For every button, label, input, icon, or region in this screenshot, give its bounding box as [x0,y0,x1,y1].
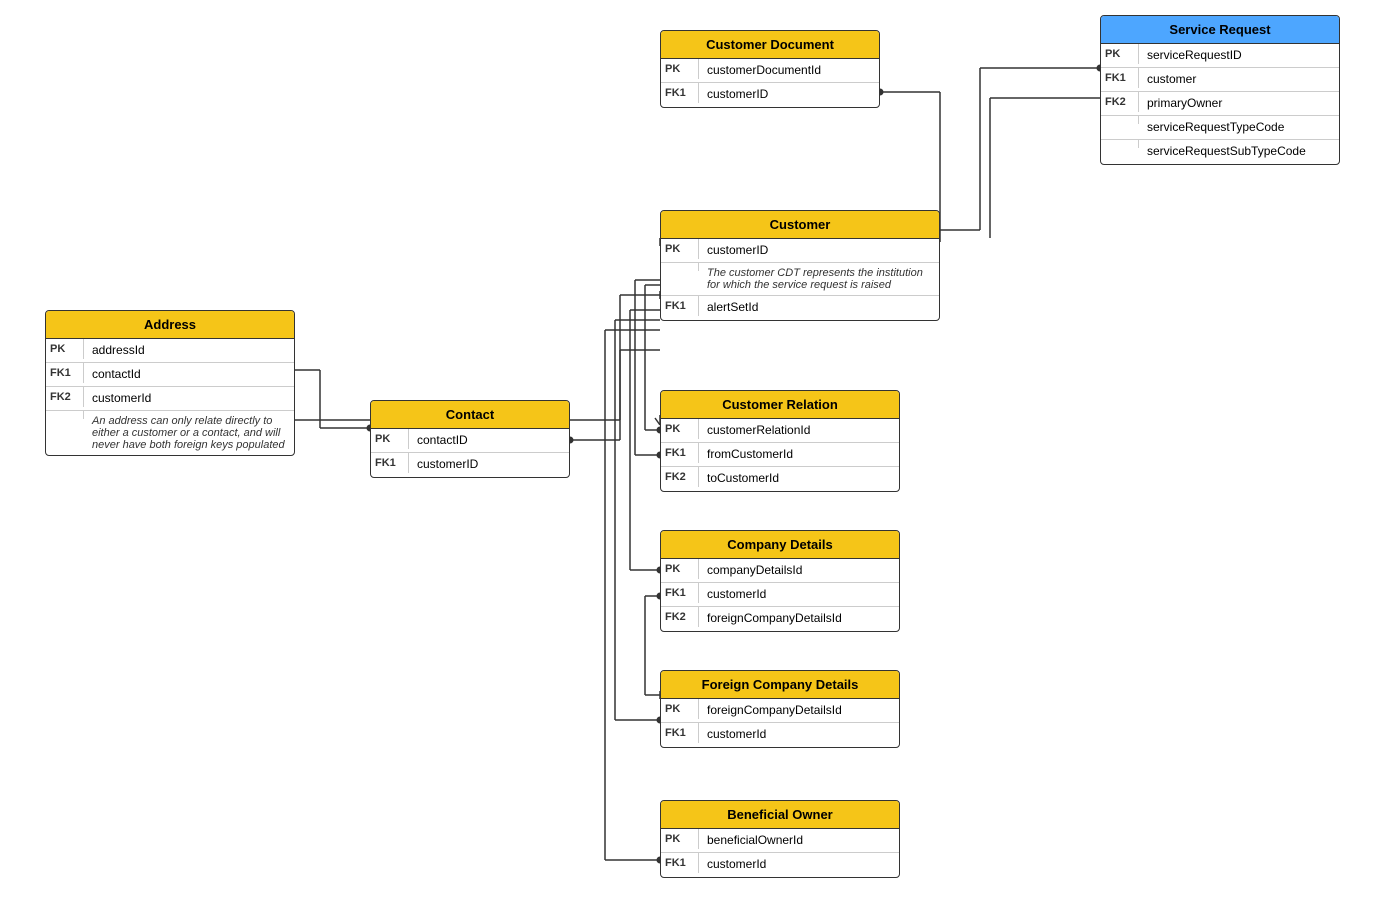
field-fromCustomerId: fromCustomerId [699,443,899,465]
foreign-company-details-header: Foreign Company Details [661,671,899,699]
field-alertSetId: alertSetId [699,296,939,318]
key-fk1: FK1 [661,723,699,743]
customer-relation-row-pk: PK customerRelationId [661,419,899,443]
service-request-row-fk2: FK2 primaryOwner [1101,92,1339,116]
service-request-table: Service Request PK serviceRequestID FK1 … [1100,15,1340,165]
key-fk1: FK1 [371,453,409,473]
customer-table: Customer PK customerID The customer CDT … [660,210,940,321]
beneficial-owner-row-fk1: FK1 customerId [661,853,899,877]
foreign-company-details-table: Foreign Company Details PK foreignCompan… [660,670,900,748]
address-header: Address [46,311,294,339]
company-details-table: Company Details PK companyDetailsId FK1 … [660,530,900,632]
customer-relation-row-fk1: FK1 fromCustomerId [661,443,899,467]
company-details-row-fk1: FK1 customerId [661,583,899,607]
key-fk2: FK2 [661,467,699,487]
field-customerID: customerID [409,453,569,475]
field-customerID: customerID [699,239,939,261]
service-request-row-subtype: serviceRequestSubTypeCode [1101,140,1339,164]
beneficial-owner-row-pk: PK beneficialOwnerId [661,829,899,853]
customer-row-pk: PK customerID [661,239,939,263]
service-request-header: Service Request [1101,16,1339,44]
field-customerID: customerID [699,83,879,105]
key-fk1: FK1 [661,83,699,103]
key-pk: PK [371,429,409,449]
contact-header: Contact [371,401,569,429]
key-empty2 [1101,140,1139,148]
customer-relation-row-fk2: FK2 toCustomerId [661,467,899,491]
field-primaryOwner: primaryOwner [1139,92,1339,114]
beneficial-owner-header: Beneficial Owner [661,801,899,829]
company-details-row-fk2: FK2 foreignCompanyDetailsId [661,607,899,631]
key-fk1: FK1 [1101,68,1139,88]
beneficial-owner-table: Beneficial Owner PK beneficialOwnerId FK… [660,800,900,878]
key-empty1 [1101,116,1139,124]
key-pk: PK [661,559,699,579]
field-addressId: addressId [84,339,294,361]
field-serviceRequestID: serviceRequestID [1139,44,1339,66]
key-pk: PK [661,59,699,79]
customer-document-row-pk: PK customerDocumentId [661,59,879,83]
foreign-company-row-fk1: FK1 customerId [661,723,899,747]
key-pk: PK [46,339,84,359]
field-companyDetailsId: companyDetailsId [699,559,899,581]
customer-document-table: Customer Document PK customerDocumentId … [660,30,880,108]
key-pk: PK [1101,44,1139,64]
customer-row-fk1: FK1 alertSetId [661,296,939,320]
customer-document-header: Customer Document [661,31,879,59]
field-customerId: customerId [84,387,294,409]
field-customerId: customerId [699,723,899,745]
field-foreignCompanyDetailsId: foreignCompanyDetailsId [699,607,899,629]
foreign-company-row-pk: PK foreignCompanyDetailsId [661,699,899,723]
service-request-row-fk1: FK1 customer [1101,68,1339,92]
key-fk1: FK1 [661,583,699,603]
field-customer-note: The customer CDT represents the institut… [699,263,939,295]
address-table: Address PK addressId FK1 contactId FK2 c… [45,310,295,456]
field-contactID: contactID [409,429,569,451]
key-pk: PK [661,699,699,719]
field-customer: customer [1139,68,1339,90]
field-address-note: An address can only relate directly to e… [84,411,294,455]
field-customerId: customerId [699,583,899,605]
field-toCustomerId: toCustomerId [699,467,899,489]
field-foreignCompanyDetailsId: foreignCompanyDetailsId [699,699,899,721]
key-empty [661,263,699,271]
key-fk1: FK1 [661,296,699,316]
service-request-row-pk: PK serviceRequestID [1101,44,1339,68]
contact-table: Contact PK contactID FK1 customerID [370,400,570,478]
key-pk: PK [661,829,699,849]
company-details-header: Company Details [661,531,899,559]
address-row-note: An address can only relate directly to e… [46,411,294,455]
service-request-row-type: serviceRequestTypeCode [1101,116,1339,140]
key-pk: PK [661,239,699,259]
field-contactId: contactId [84,363,294,385]
field-serviceRequestTypeCode: serviceRequestTypeCode [1139,116,1339,138]
key-fk2: FK2 [661,607,699,627]
contact-row-pk: PK contactID [371,429,569,453]
diagram-container: Service Request PK serviceRequestID FK1 … [0,0,1380,915]
key-fk1: FK1 [46,363,84,383]
customer-header: Customer [661,211,939,239]
customer-relation-header: Customer Relation [661,391,899,419]
field-customerRelationId: customerRelationId [699,419,899,441]
field-customerDocumentId: customerDocumentId [699,59,879,81]
customer-document-row-fk1: FK1 customerID [661,83,879,107]
address-row-pk: PK addressId [46,339,294,363]
key-fk2: FK2 [1101,92,1139,112]
key-fk2: FK2 [46,387,84,407]
contact-row-fk1: FK1 customerID [371,453,569,477]
field-customerId: customerId [699,853,899,875]
key-pk: PK [661,419,699,439]
key-empty [46,411,84,419]
company-details-row-pk: PK companyDetailsId [661,559,899,583]
key-fk1: FK1 [661,443,699,463]
customer-relation-table: Customer Relation PK customerRelationId … [660,390,900,492]
key-fk1: FK1 [661,853,699,873]
address-row-fk1: FK1 contactId [46,363,294,387]
field-serviceRequestSubTypeCode: serviceRequestSubTypeCode [1139,140,1339,162]
customer-row-note: The customer CDT represents the institut… [661,263,939,296]
field-beneficialOwnerId: beneficialOwnerId [699,829,899,851]
address-row-fk2: FK2 customerId [46,387,294,411]
